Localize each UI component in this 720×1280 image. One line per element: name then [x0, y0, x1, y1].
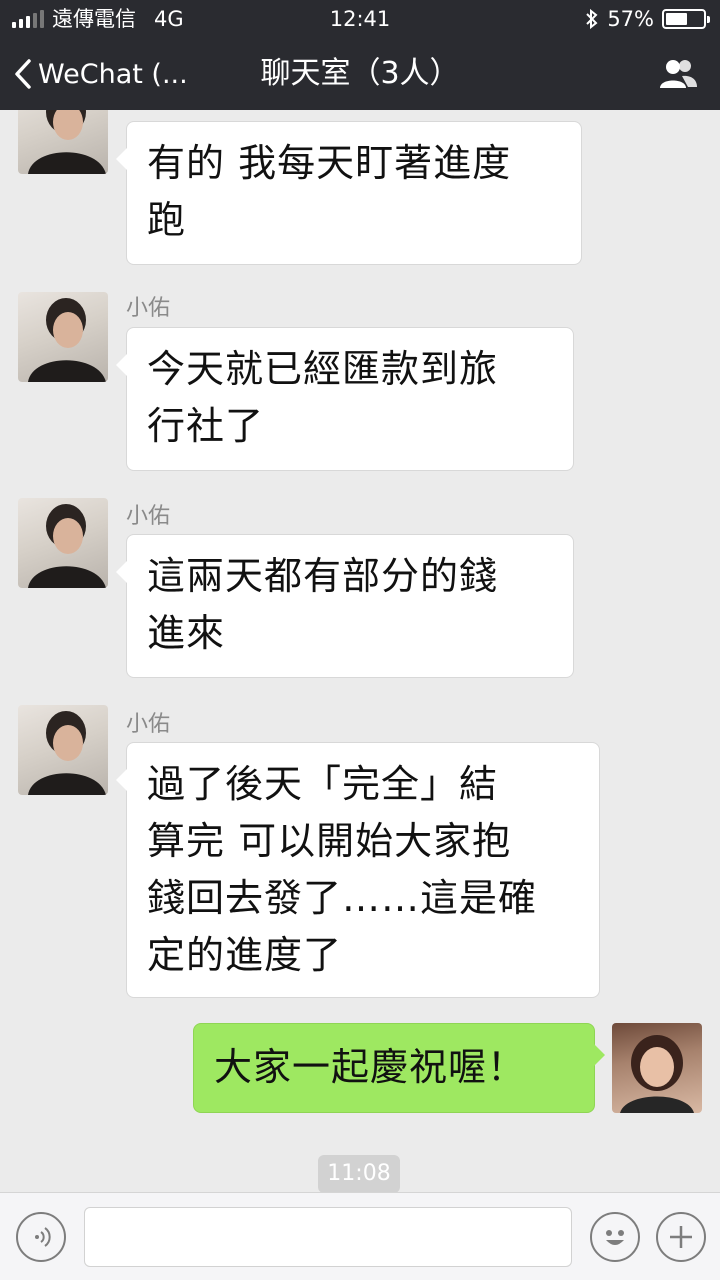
- message-line: 有的 我每天盯著進度: [147, 141, 512, 185]
- message-line: 大家一起慶祝喔！: [214, 1045, 527, 1089]
- plus-icon: [670, 1226, 692, 1248]
- person-icon: [28, 298, 106, 382]
- message-line: 行社了: [147, 404, 265, 448]
- group-members-icon[interactable]: [658, 58, 698, 90]
- battery-percent: 57%: [607, 7, 654, 31]
- battery-icon: [662, 9, 710, 29]
- message-input[interactable]: [84, 1207, 572, 1267]
- message-line: 這兩天都有部分的錢: [147, 554, 499, 598]
- voice-icon: [35, 1227, 51, 1247]
- message-bubble[interactable]: 過了後天「完全」結 算完 可以開始大家抱 錢回去發了……這是確 定的進度了: [116, 742, 600, 998]
- timestamp: 11:08: [318, 1155, 400, 1192]
- avatar[interactable]: [612, 1023, 702, 1113]
- message-bubble[interactable]: 有的 我每天盯著進度 跑: [116, 121, 582, 265]
- status-bar: 遠傳電信 4G 12:41 57%: [0, 0, 720, 38]
- message-line: 算完 可以開始大家抱: [147, 819, 512, 863]
- avatar[interactable]: [18, 110, 108, 174]
- message-line: 今天就已經匯款到旅: [147, 347, 499, 391]
- message-bubble-outgoing[interactable]: 大家一起慶祝喔！: [193, 1023, 605, 1113]
- chat-title: 聊天室（3人）: [260, 56, 460, 91]
- bluetooth-icon: [586, 8, 598, 30]
- sender-name: 小佑: [126, 712, 171, 737]
- message-line: 進來: [147, 611, 226, 655]
- person-icon: [28, 711, 106, 795]
- message-line: 跑: [147, 198, 187, 242]
- emoji-button[interactable]: [590, 1212, 640, 1262]
- sender-name: 小佑: [126, 504, 171, 529]
- person-icon: [28, 504, 106, 588]
- message-line: 過了後天「完全」結: [147, 762, 499, 806]
- input-bar: [0, 1192, 720, 1280]
- sender-name: 小佑: [126, 296, 171, 321]
- chat-area[interactable]: 有的 我每天盯著進度 跑 小佑 今天就已經匯款到旅 行社了 小佑 這兩天都有部分…: [0, 110, 720, 1192]
- battery-fill: [666, 13, 687, 25]
- voice-button[interactable]: [16, 1212, 66, 1262]
- message-line: 定的進度了: [147, 933, 343, 977]
- navigation-bar: WeChat (... 聊天室（3人）: [0, 38, 720, 110]
- message-line: 錢回去發了……這是確: [147, 876, 538, 920]
- person-icon: [28, 110, 106, 174]
- message-bubble[interactable]: 這兩天都有部分的錢 進來: [116, 534, 574, 678]
- message-bubble[interactable]: 今天就已經匯款到旅 行社了: [116, 327, 574, 471]
- avatar[interactable]: [18, 705, 108, 795]
- person-icon: [620, 1035, 694, 1113]
- emoji-icon: [606, 1230, 624, 1245]
- avatar[interactable]: [18, 292, 108, 382]
- avatar[interactable]: [18, 498, 108, 588]
- plus-button[interactable]: [656, 1212, 706, 1262]
